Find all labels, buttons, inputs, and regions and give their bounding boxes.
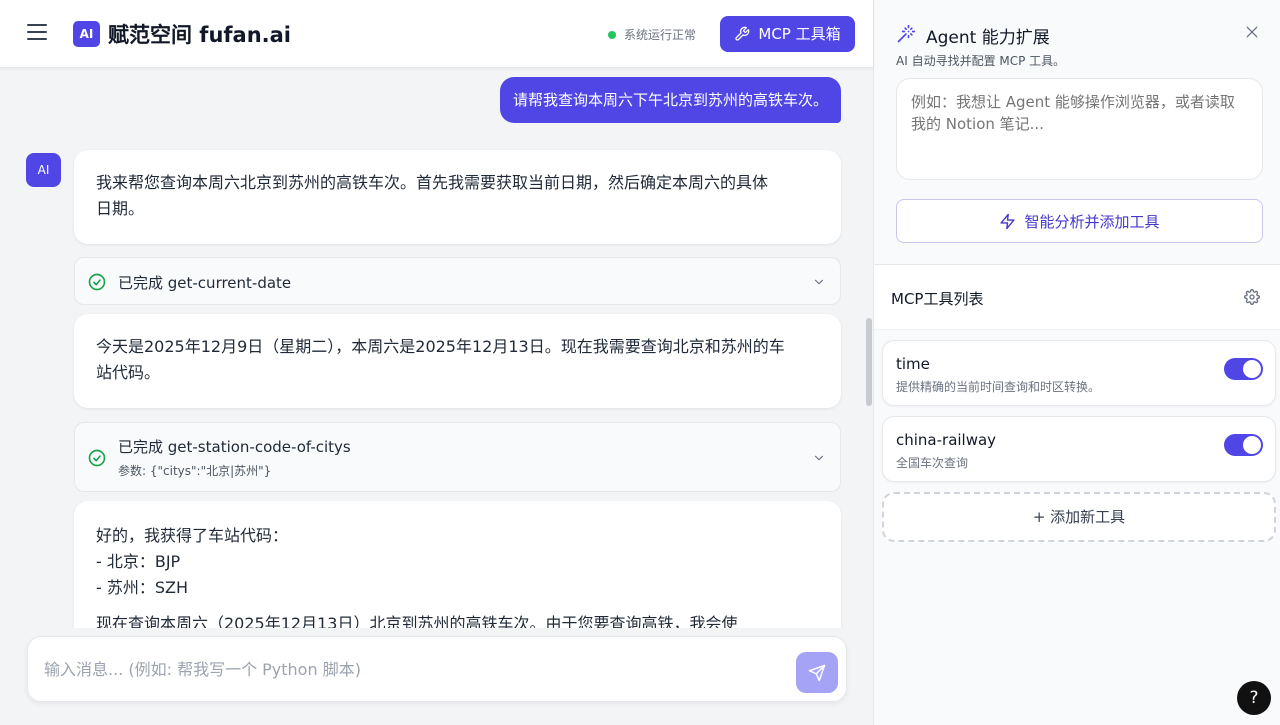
message-list[interactable]: 请帮我查询本周六下午北京到苏州的高铁车次。 AI 我来帮您查询本周六北京到苏州的… xyxy=(0,68,873,628)
tool-call-card[interactable]: 已完成 get-current-date xyxy=(74,257,841,305)
ai-message: 好的，我获得了车站代码： - 北京：BJP - 苏州：SZH 现在查询本周六（2… xyxy=(74,501,841,628)
ai-message-line: 日期。 xyxy=(96,199,145,218)
gear-icon[interactable] xyxy=(1244,289,1260,305)
chat-scrollbar[interactable] xyxy=(866,318,872,406)
send-button[interactable] xyxy=(796,652,838,693)
close-icon[interactable] xyxy=(1244,24,1260,40)
menu-icon[interactable] xyxy=(27,24,47,42)
capability-request-input[interactable] xyxy=(896,78,1263,180)
tool-call-params: 参数: {"citys":"北京|苏州"} xyxy=(118,464,272,478)
ai-message-line: - 苏州：SZH xyxy=(96,578,189,597)
add-new-tool-button[interactable]: + 添加新工具 xyxy=(882,492,1276,542)
tool-name: china-railway xyxy=(896,431,997,449)
ai-message-line: 我来帮您查询本周六北京到苏州的高铁车次。首先我需要获取当前日期，然后确定本周六的… xyxy=(96,173,769,192)
ai-message-line: 站代码。 xyxy=(96,363,161,382)
system-status: 系统运行正常 xyxy=(608,26,696,43)
chat-pane: AI 赋范空间 fufan.ai 系统运行正常 MCP 工具箱 请帮我查询本周六… xyxy=(0,0,873,725)
mcp-toolbox-button[interactable]: MCP 工具箱 xyxy=(720,16,855,52)
ai-message-line: 今天是2025年12月9日（星期二），本周六是2025年12月13日。现在我需要… xyxy=(96,337,785,356)
top-header: AI 赋范空间 fufan.ai 系统运行正常 MCP 工具箱 xyxy=(0,0,873,68)
ai-message: 今天是2025年12月9日（星期二），本周六是2025年12月13日。现在我需要… xyxy=(74,314,841,408)
status-text: 系统运行正常 xyxy=(624,28,697,42)
check-circle-icon xyxy=(88,449,106,467)
lightning-icon xyxy=(1000,213,1016,230)
tool-list: time 提供精确的当前时间查询和时区转换。 china-railway 全国车… xyxy=(874,330,1280,725)
tool-item-china-railway[interactable]: china-railway 全国车次查询 xyxy=(882,416,1276,482)
message-input[interactable] xyxy=(44,655,784,683)
tool-item-time[interactable]: time 提供精确的当前时间查询和时区转换。 xyxy=(882,340,1276,406)
wrench-icon xyxy=(735,26,750,41)
send-icon xyxy=(808,664,826,682)
ai-message: 我来帮您查询本周六北京到苏州的高铁车次。首先我需要获取当前日期，然后确定本周六的… xyxy=(74,150,841,244)
help-button[interactable]: ? xyxy=(1237,681,1271,715)
ai-message-line: 好的，我获得了车站代码： xyxy=(96,526,289,545)
user-message: 请帮我查询本周六下午北京到苏州的高铁车次。 xyxy=(500,77,841,123)
analyze-button-label: 智能分析并添加工具 xyxy=(1024,213,1160,231)
panel-title: Agent 能力扩展 xyxy=(926,28,1050,48)
tool-description: 提供精确的当前时间查询和时区转换。 xyxy=(896,380,1101,394)
panel-subtitle: AI 自动寻找并配置 MCP 工具。 xyxy=(896,54,1066,68)
magic-wand-icon xyxy=(897,24,916,43)
analyze-add-tool-button[interactable]: 智能分析并添加工具 xyxy=(896,199,1263,243)
tool-list-title: MCP工具列表 xyxy=(891,290,984,308)
tool-enabled-toggle[interactable] xyxy=(1224,358,1263,380)
status-dot-icon xyxy=(608,31,616,39)
app-title: 赋范空间 fufan.ai xyxy=(108,23,292,47)
mcp-toolbox-label: MCP 工具箱 xyxy=(758,25,841,43)
tool-list-header: MCP工具列表 xyxy=(874,266,1280,330)
toggle-knob xyxy=(1243,436,1261,454)
logo-badge: AI xyxy=(73,21,100,47)
tool-enabled-toggle[interactable] xyxy=(1224,434,1263,456)
tool-call-title: 已完成 get-station-code-of-citys xyxy=(118,438,351,456)
tool-name: time xyxy=(896,355,930,373)
agent-extension-panel: Agent 能力扩展 AI 自动寻找并配置 MCP 工具。 智能分析并添加工具 … xyxy=(873,0,1280,725)
check-circle-icon xyxy=(88,273,106,291)
panel-header-section: Agent 能力扩展 AI 自动寻找并配置 MCP 工具。 智能分析并添加工具 xyxy=(874,0,1280,265)
chevron-down-icon[interactable] xyxy=(812,451,826,465)
tool-call-title: 已完成 get-current-date xyxy=(118,274,292,292)
toggle-knob xyxy=(1243,360,1261,378)
chevron-down-icon[interactable] xyxy=(812,275,826,289)
tool-description: 全国车次查询 xyxy=(896,456,969,470)
ai-avatar: AI xyxy=(26,153,61,187)
ai-message-line: - 北京：BJP xyxy=(96,552,181,571)
message-composer xyxy=(27,636,847,702)
ai-message-line: 现在查询本周六（2025年12月13日）北京到苏州的高铁车次。由于您要查询高铁，… xyxy=(96,614,738,628)
tool-call-card[interactable]: 已完成 get-station-code-of-citys 参数: {"city… xyxy=(74,422,841,492)
